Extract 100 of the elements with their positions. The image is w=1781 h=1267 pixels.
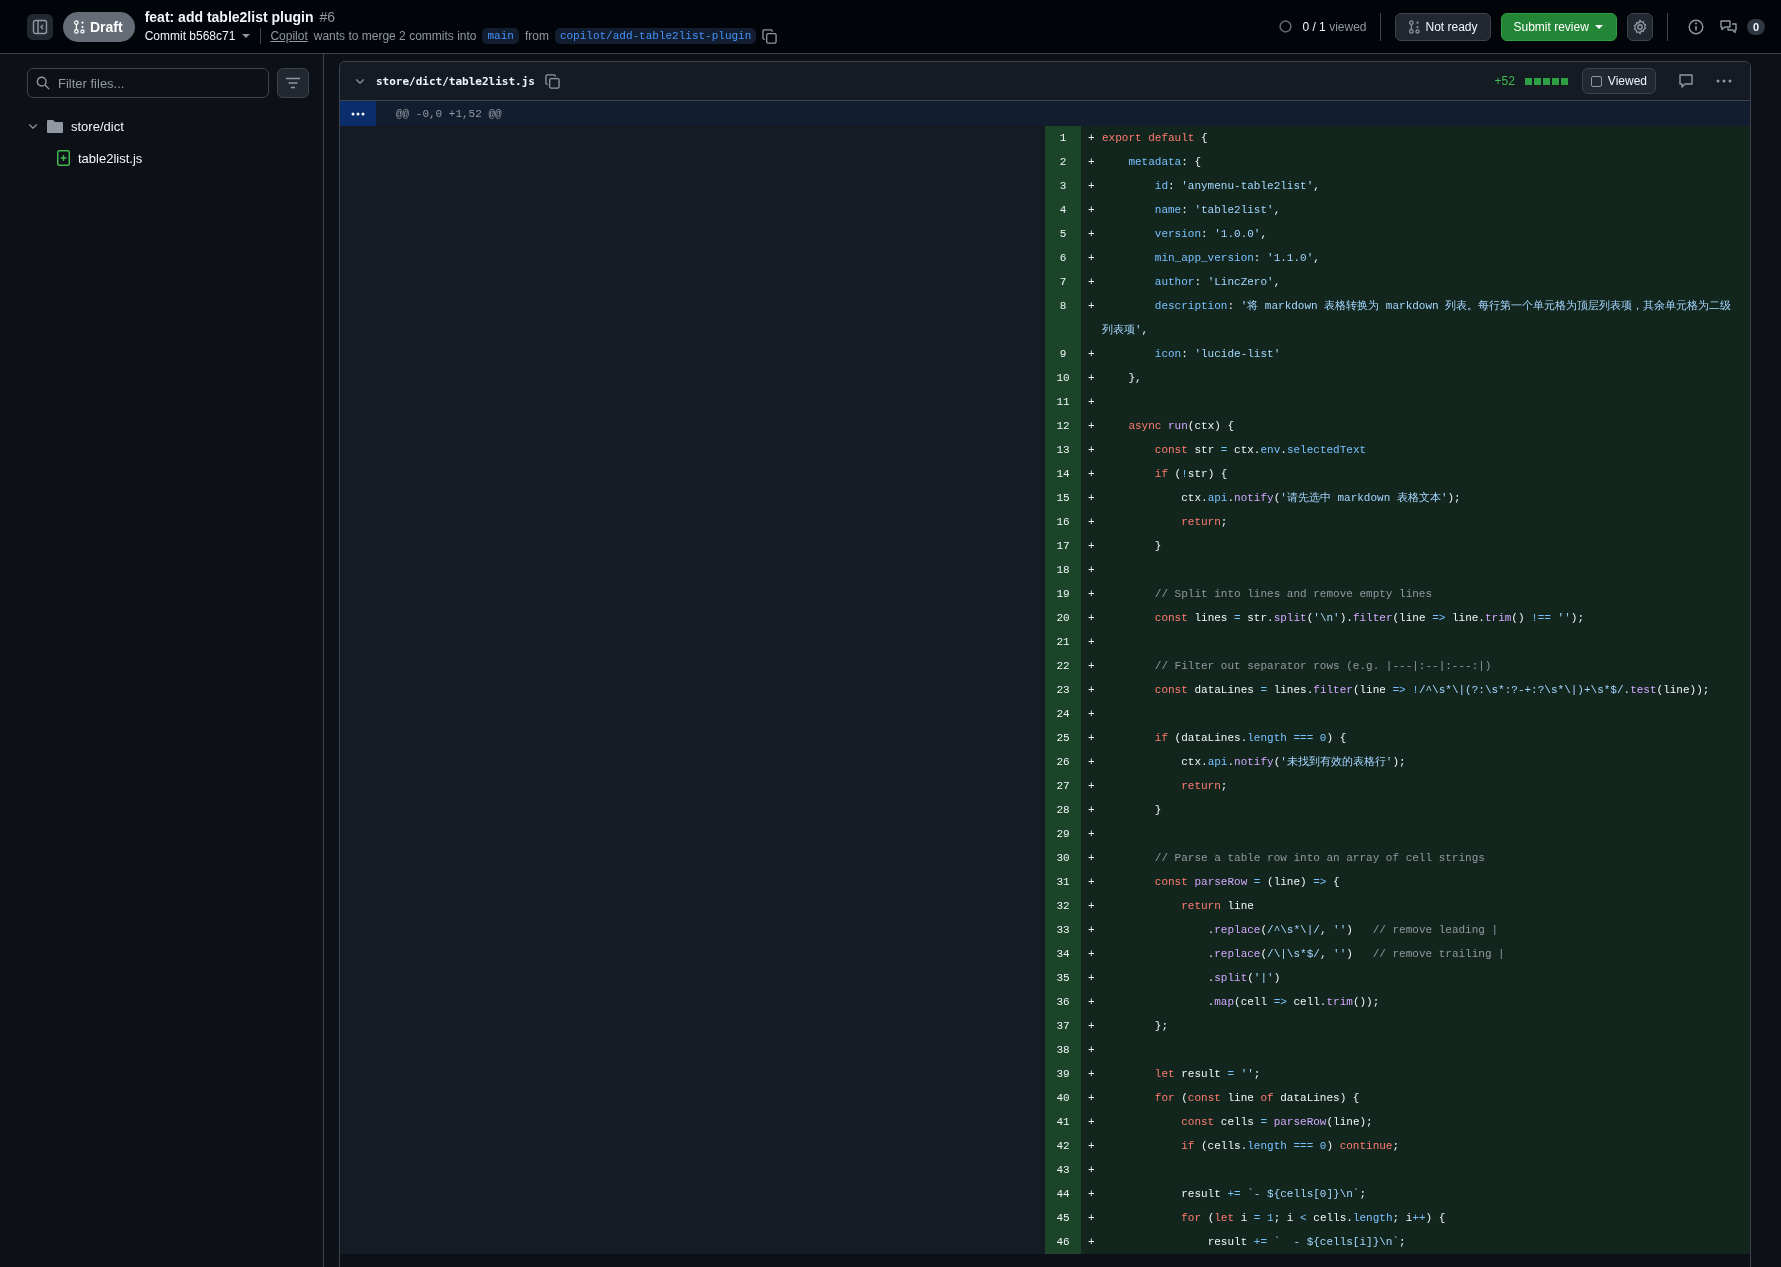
- code-line: .replace(/^\s*\|/, '') // remove leading |: [1206, 923, 1500, 938]
- code-line: const dataLines = lines.filter(line => !/^\s*\|(?:\s*:?-+:?\s*\|)+\s*$/.test(line));: [1153, 683, 1711, 698]
- line-number[interactable]: 19: [1045, 582, 1081, 606]
- line-number[interactable]: 26: [1045, 750, 1081, 774]
- line-number[interactable]: 6: [1045, 246, 1081, 270]
- author-link[interactable]: Copilot: [270, 29, 308, 43]
- addition-marker: +: [1088, 1211, 1096, 1226]
- addition-marker: +: [1088, 299, 1096, 314]
- not-ready-button[interactable]: Not ready: [1395, 12, 1491, 41]
- line-number[interactable]: 35: [1045, 966, 1081, 990]
- line-number[interactable]: 22: [1045, 654, 1081, 678]
- line-number[interactable]: 42: [1045, 1134, 1081, 1158]
- line-number[interactable]: 10: [1045, 366, 1081, 390]
- folder-name[interactable]: store/dict: [71, 118, 124, 134]
- code-line: result += `- ${cells[0]}\n`;: [1180, 1187, 1368, 1202]
- line-number[interactable]: 3: [1045, 174, 1081, 198]
- base-branch-label[interactable]: main: [482, 28, 519, 44]
- line-number[interactable]: 16: [1045, 510, 1081, 534]
- submit-review-button[interactable]: Submit review: [1500, 12, 1617, 41]
- line-number[interactable]: 37: [1045, 1014, 1081, 1038]
- line-number[interactable]: 7: [1045, 270, 1081, 294]
- line-number[interactable]: 40: [1045, 1086, 1081, 1110]
- comment-count: 0: [1746, 18, 1765, 35]
- hunk-header: @@ -0,0 +1,52 @@: [396, 107, 502, 120]
- filter-files-field[interactable]: Filter files...: [27, 68, 269, 98]
- line-number[interactable]: 5: [1045, 222, 1081, 246]
- addition-marker: +: [1088, 707, 1096, 722]
- code-line: result += ` - ${cells[i]}\n`;: [1206, 1235, 1407, 1250]
- additions-count: +52: [1494, 74, 1515, 88]
- line-number[interactable]: 33: [1045, 918, 1081, 942]
- line-number[interactable]: 38: [1045, 1038, 1081, 1062]
- line-number[interactable]: 29: [1045, 822, 1081, 846]
- code-line: ctx.api.notify('未找到有效的表格行');: [1180, 755, 1407, 770]
- settings-button[interactable]: [1626, 12, 1653, 41]
- line-number[interactable]: 41: [1045, 1110, 1081, 1134]
- addition-marker: +: [1088, 1163, 1096, 1178]
- line-number[interactable]: 36: [1045, 990, 1081, 1014]
- line-number[interactable]: 13: [1045, 438, 1081, 462]
- line-number[interactable]: 11: [1045, 390, 1081, 414]
- code-line: const str = ctx.env.selectedText: [1153, 443, 1368, 458]
- addition-marker: +: [1088, 467, 1096, 482]
- line-number[interactable]: 46: [1045, 1230, 1081, 1254]
- line-number[interactable]: 25: [1045, 726, 1081, 750]
- file-name[interactable]: table2list.js: [78, 150, 143, 166]
- head-branch-label[interactable]: copilot/add-table2list-plugin: [554, 28, 757, 44]
- addition-marker: +: [1088, 563, 1096, 578]
- info-icon[interactable]: [1687, 18, 1704, 35]
- copy-icon[interactable]: [762, 28, 778, 44]
- line-number[interactable]: 34: [1045, 942, 1081, 966]
- line-number[interactable]: 1: [1045, 126, 1081, 150]
- filter-button[interactable]: [277, 68, 309, 98]
- line-number[interactable]: 8: [1045, 294, 1081, 342]
- copy-icon[interactable]: [544, 73, 560, 89]
- addition-marker: +: [1088, 971, 1096, 986]
- line-number[interactable]: 4: [1045, 198, 1081, 222]
- addition-marker: +: [1088, 347, 1096, 362]
- addition-marker: +: [1088, 731, 1096, 746]
- line-number[interactable]: 44: [1045, 1182, 1081, 1206]
- addition-marker: +: [1088, 491, 1096, 506]
- addition-marker: +: [1088, 1115, 1096, 1130]
- line-number[interactable]: 32: [1045, 894, 1081, 918]
- addition-marker: +: [1088, 683, 1096, 698]
- code-line: .map(cell => cell.trim());: [1206, 995, 1381, 1010]
- line-number[interactable]: 27: [1045, 774, 1081, 798]
- line-number[interactable]: 31: [1045, 870, 1081, 894]
- addition-marker: +: [1088, 1187, 1096, 1202]
- code-line: let result = '';: [1153, 1067, 1262, 1082]
- code-line: return line: [1180, 899, 1255, 914]
- code-line: async run(ctx) {: [1127, 419, 1236, 434]
- addition-marker: +: [1088, 443, 1096, 458]
- code-line: return;: [1180, 779, 1229, 794]
- line-number[interactable]: 2: [1045, 150, 1081, 174]
- addition-marker: +: [1088, 155, 1096, 170]
- line-number[interactable]: 43: [1045, 1158, 1081, 1182]
- line-number[interactable]: 14: [1045, 462, 1081, 486]
- addition-marker: +: [1088, 251, 1096, 266]
- sidebar-toggle-button[interactable]: [27, 13, 53, 40]
- line-number[interactable]: 24: [1045, 702, 1081, 726]
- expand-lines-button[interactable]: [340, 101, 376, 126]
- line-number[interactable]: 45: [1045, 1206, 1081, 1230]
- line-number[interactable]: 28: [1045, 798, 1081, 822]
- code-line: for (const line of dataLines) {: [1153, 1091, 1361, 1106]
- comments-icon[interactable]: [1719, 18, 1737, 35]
- line-number[interactable]: 17: [1045, 534, 1081, 558]
- line-number[interactable]: 15: [1045, 486, 1081, 510]
- addition-marker: +: [1088, 995, 1096, 1010]
- line-number[interactable]: 23: [1045, 678, 1081, 702]
- line-number[interactable]: 30: [1045, 846, 1081, 870]
- line-number[interactable]: 21: [1045, 630, 1081, 654]
- commit-dropdown[interactable]: Commit b568c71: [144, 29, 252, 43]
- line-number[interactable]: 9: [1045, 342, 1081, 366]
- line-number[interactable]: 12: [1045, 414, 1081, 438]
- viewed-checkbox[interactable]: Viewed: [1581, 68, 1656, 94]
- line-number[interactable]: 39: [1045, 1062, 1081, 1086]
- addition-marker: +: [1088, 1019, 1096, 1034]
- line-number[interactable]: 18: [1045, 558, 1081, 582]
- code-line: id: 'anymenu-table2list',: [1153, 179, 1321, 194]
- folder-icon: [47, 119, 63, 133]
- line-number[interactable]: 20: [1045, 606, 1081, 630]
- viewed-count: 0 / 1 viewed: [1302, 19, 1367, 34]
